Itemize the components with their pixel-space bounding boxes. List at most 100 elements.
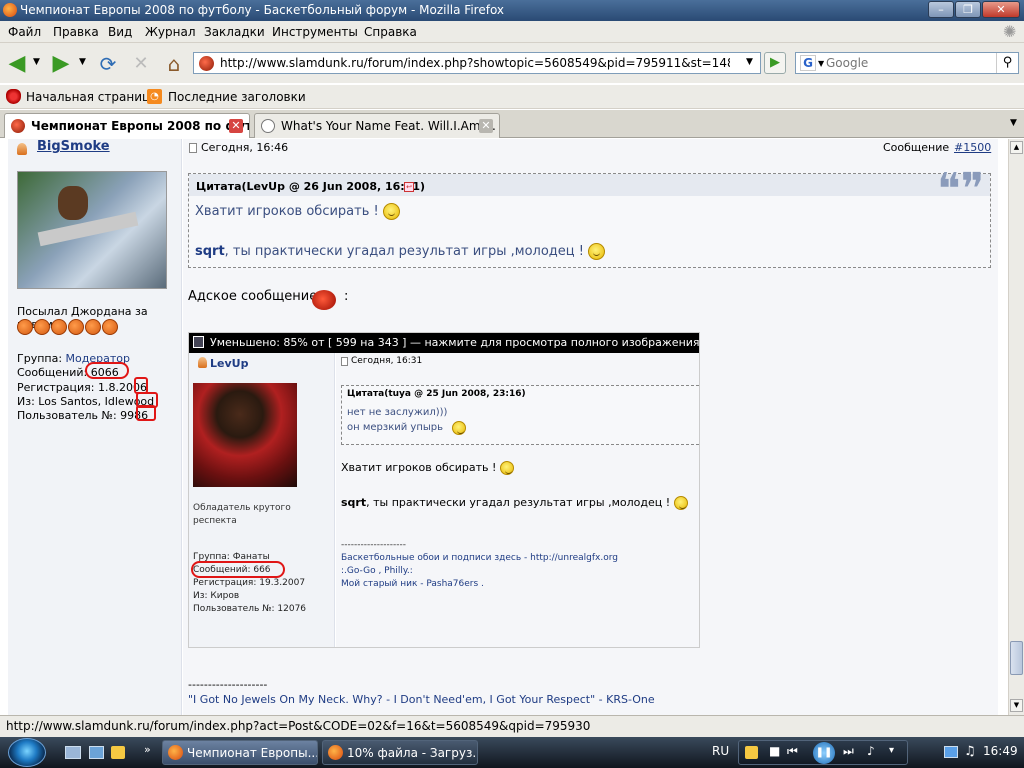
embedded-line-1-text: Хватит игроков обсирать ! bbox=[341, 461, 497, 474]
tab-whats-your-name[interactable]: What's Your Name Feat. Will.I.Am ... ✕ bbox=[254, 113, 500, 138]
firefox-icon bbox=[3, 3, 17, 17]
post-number-link[interactable]: #1500 bbox=[954, 141, 991, 154]
language-indicator[interactable]: RU bbox=[712, 744, 729, 758]
embedded-profile: LevUp Обладатель крутого респекта Группа… bbox=[189, 353, 335, 647]
clock[interactable]: 16:49 bbox=[983, 744, 1018, 758]
media-expand-icon[interactable]: ▾ bbox=[889, 745, 894, 756]
embedded-date: Сегодня, 16:31 bbox=[351, 356, 423, 366]
reputation-balls bbox=[17, 319, 119, 338]
tab-label: Чемпионат Европы 2008 по фут... bbox=[31, 119, 250, 133]
embedded-sig-1: Баскетбольные обои и подписи здесь - htt… bbox=[341, 553, 618, 563]
page-content: BigSmoke Посылал Джордана за пивом Групп… bbox=[0, 139, 1008, 715]
bookmark-latest-headlines[interactable]: Последние заголовки bbox=[168, 90, 306, 104]
image-resize-icon bbox=[193, 336, 204, 348]
smiley-icon bbox=[588, 243, 606, 260]
embedded-line-1: Хватит игроков обсирать ! bbox=[341, 461, 514, 475]
show-desktop-icon[interactable] bbox=[65, 746, 81, 759]
back-dropdown-icon[interactable]: ▼ bbox=[33, 57, 40, 67]
menu-file[interactable]: Файл bbox=[8, 25, 41, 39]
post-number-label: Сообщение bbox=[883, 141, 950, 154]
menu-bookmarks[interactable]: Закладки bbox=[204, 25, 265, 39]
menu-edit[interactable]: Правка bbox=[53, 25, 99, 39]
stop-media-icon[interactable]: ■ bbox=[769, 744, 780, 758]
quote-header: Цитата(LevUp @ 26 Jun 2008, 16:31) bbox=[196, 180, 426, 193]
quicklaunch-more-icon[interactable]: » bbox=[144, 743, 151, 756]
task-firefox[interactable]: Чемпионат Европы... bbox=[162, 740, 318, 765]
engine-dropdown-icon[interactable]: ▼ bbox=[818, 59, 824, 68]
smiley-icon bbox=[673, 496, 688, 510]
home-icon[interactable]: ⌂ bbox=[161, 51, 187, 77]
menu-help[interactable]: Справка bbox=[364, 25, 417, 39]
embedded-user-title: Обладатель крутого респекта bbox=[193, 503, 291, 526]
image-resize-banner[interactable]: Уменьшено: 85% от [ 599 на 343 ] — нажми… bbox=[189, 333, 700, 353]
avatar-weapon bbox=[37, 211, 139, 247]
forward-dropdown-icon[interactable]: ▼ bbox=[79, 57, 86, 67]
quote-box: Цитата(LevUp @ 26 Jun 2008, 16:31) ↩ ❝❞ … bbox=[188, 168, 991, 268]
embedded-author: LevUp bbox=[210, 357, 249, 370]
bookmark-start-page[interactable]: Начальная страница bbox=[26, 90, 158, 104]
windows-taskbar: » Чемпионат Европы... 10% файла - Загруз… bbox=[0, 737, 1024, 768]
forward-arrow-icon[interactable]: ▶ bbox=[48, 51, 74, 77]
tab-list-dropdown-icon[interactable]: ▼ bbox=[1010, 118, 1017, 128]
task-download[interactable]: 10% файла - Загруз... bbox=[322, 740, 478, 765]
url-bar[interactable]: ▼ bbox=[193, 52, 761, 74]
url-input[interactable] bbox=[220, 55, 730, 71]
author-avatar bbox=[17, 171, 167, 289]
quote-line-1-text: Хватит игроков обсирать ! bbox=[195, 204, 379, 219]
smiley-icon bbox=[499, 461, 514, 475]
reload-icon[interactable]: ⟳ bbox=[95, 51, 121, 77]
restore-button[interactable]: ❐ bbox=[955, 1, 981, 18]
scroll-thumb[interactable] bbox=[1010, 641, 1023, 675]
search-input[interactable] bbox=[826, 55, 986, 71]
post-body: Сегодня, 16:46 Сообщение #1500 Цитата(Le… bbox=[183, 139, 998, 715]
quote-line-2-text: , ты практически угадал результат игры ,… bbox=[224, 244, 584, 259]
minimize-button[interactable]: – bbox=[928, 1, 954, 18]
menu-view[interactable]: Вид bbox=[108, 25, 132, 39]
embedded-quote-box: Цитата(tuya @ 25 Jun 2008, 23:16) нет не… bbox=[341, 385, 699, 445]
scroll-down-icon[interactable]: ▼ bbox=[1010, 699, 1023, 712]
search-bar[interactable]: G ▼ ⚲ bbox=[795, 52, 1019, 74]
post-page-icon bbox=[189, 143, 197, 153]
firefox-icon bbox=[328, 745, 343, 760]
back-arrow-icon[interactable]: ◀ bbox=[4, 51, 30, 77]
url-history-dropdown-icon[interactable]: ▼ bbox=[746, 57, 753, 67]
stop-icon[interactable]: ✕ bbox=[128, 51, 154, 77]
menu-history[interactable]: Журнал bbox=[145, 25, 196, 39]
next-track-icon[interactable]: ⏭ bbox=[843, 744, 854, 759]
group-label: Группа: bbox=[17, 352, 63, 365]
quote-line-2: sqrt, ты практически угадал результат иг… bbox=[195, 243, 606, 260]
close-button[interactable]: ✕ bbox=[982, 1, 1020, 18]
pause-icon[interactable]: ❚❚ bbox=[813, 742, 835, 764]
media-player-icon[interactable] bbox=[111, 746, 125, 759]
search-magnifier-icon[interactable]: ⚲ bbox=[996, 53, 1018, 73]
switch-windows-icon[interactable] bbox=[89, 746, 104, 759]
start-button[interactable] bbox=[8, 738, 46, 767]
volume-icon[interactable]: ♪ bbox=[867, 744, 875, 758]
post-page-icon bbox=[341, 357, 348, 366]
google-engine-icon[interactable]: G bbox=[800, 55, 816, 71]
post-author-link[interactable]: BigSmoke bbox=[37, 139, 110, 154]
window-titlebar: Чемпионат Европы 2008 по футболу - Баске… bbox=[0, 0, 1024, 21]
tab-close-icon[interactable]: ✕ bbox=[229, 119, 243, 133]
embedded-sig-2: :.Go-Go , Philly.: bbox=[341, 566, 413, 576]
scroll-up-icon[interactable]: ▲ bbox=[1010, 141, 1023, 154]
tab-euro-2008[interactable]: Чемпионат Европы 2008 по фут... ✕ bbox=[4, 113, 250, 138]
speaker-icon[interactable]: ♫ bbox=[964, 744, 976, 759]
menu-bar: Файл Правка Вид Журнал Закладки Инструме… bbox=[0, 21, 1024, 43]
firefox-icon bbox=[168, 745, 183, 760]
go-button[interactable]: ▶ bbox=[764, 52, 786, 74]
embedded-sig-dashes: -------------------- bbox=[341, 540, 406, 550]
page-scrollbar[interactable]: ▲ ▼ bbox=[1008, 139, 1024, 715]
quote-jump-icon[interactable]: ↩ bbox=[404, 182, 414, 192]
tab-strip: Чемпионат Европы 2008 по фут... ✕ What's… bbox=[0, 110, 1024, 138]
network-icon[interactable] bbox=[944, 746, 958, 758]
site-favicon-icon bbox=[199, 56, 214, 71]
tab-close-icon[interactable]: ✕ bbox=[479, 119, 493, 133]
quote-line-2-name: sqrt bbox=[195, 244, 225, 259]
embedded-image[interactable]: Уменьшено: 85% от [ 599 на 343 ] — нажми… bbox=[188, 332, 700, 648]
embedded-sig-3: Мой старый ник - Pasha76ers . bbox=[341, 579, 484, 589]
menu-tools[interactable]: Инструменты bbox=[272, 25, 358, 39]
smiley-icon bbox=[452, 420, 466, 435]
tab-label: What's Your Name Feat. Will.I.Am ... bbox=[281, 119, 496, 133]
previous-track-icon[interactable]: ⏮ bbox=[787, 744, 798, 759]
